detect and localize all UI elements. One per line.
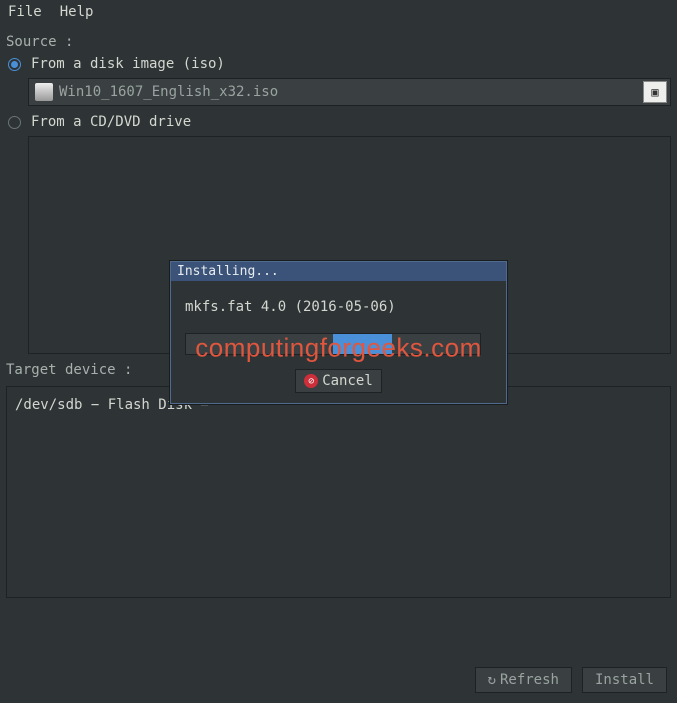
iso-filename: Win10_1607_English_x32.iso [59,84,640,100]
source-option-image[interactable]: From a disk image (iso) [8,56,671,72]
install-button-label: Install [595,672,654,688]
menubar: File Help [0,0,677,24]
bottom-button-bar: Refresh Install [475,667,667,693]
menu-file[interactable]: File [8,4,42,20]
cancel-button[interactable]: Cancel [295,369,382,393]
source-option-drive-label: From a CD/DVD drive [31,114,191,130]
target-device-list[interactable]: /dev/sdb − Flash Disk − [6,386,671,598]
menu-help[interactable]: Help [60,4,94,20]
progress-bar-fill [333,334,392,354]
browse-button[interactable]: ▣ [643,81,667,103]
installing-dialog: Installing... mkfs.fat 4.0 (2016-05-06) … [170,261,507,404]
source-option-drive[interactable]: From a CD/DVD drive [8,114,671,130]
iso-file-field: Win10_1607_English_x32.iso ▣ [28,78,671,106]
refresh-icon [488,672,496,688]
dialog-title: Installing... [171,262,506,281]
dialog-actions: Cancel [185,369,492,393]
dialog-message: mkfs.fat 4.0 (2016-05-06) [185,299,492,315]
progress-bar [185,333,481,355]
install-button[interactable]: Install [582,667,667,693]
cancel-icon [304,374,318,388]
source-label: Source : [6,34,671,50]
refresh-button[interactable]: Refresh [475,667,572,693]
source-option-image-label: From a disk image (iso) [31,56,225,72]
cancel-button-label: Cancel [322,373,373,389]
disk-image-icon [35,83,53,101]
dialog-body: mkfs.fat 4.0 (2016-05-06) Cancel [171,281,506,403]
radio-icon [8,58,21,71]
folder-open-icon: ▣ [651,85,658,99]
radio-icon [8,116,21,129]
refresh-button-label: Refresh [500,672,559,688]
